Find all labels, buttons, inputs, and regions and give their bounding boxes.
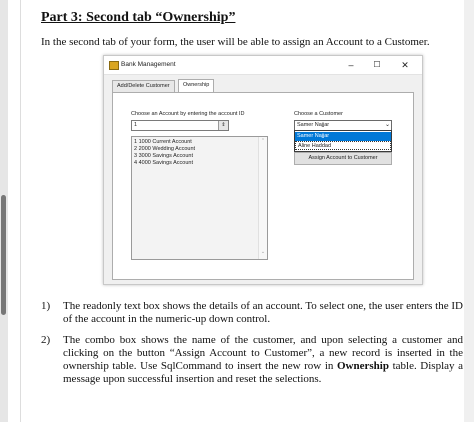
textbox-scrollbar[interactable]: ⌃ ⌄	[258, 137, 267, 259]
account-label: Choose an Account by entering the accoun…	[131, 111, 245, 117]
combo-value: Samer Najjar	[297, 122, 330, 128]
spin-arrows-icon[interactable]: ⇕	[218, 121, 228, 130]
document-page: Part 3: Second tab “Ownership” In the se…	[20, 0, 463, 422]
combo-option[interactable]: Aline Haddad	[295, 141, 391, 150]
left-frame	[0, 0, 8, 422]
tab-ownership[interactable]: Ownership	[178, 79, 215, 92]
maximize-button[interactable]: ☐	[368, 58, 386, 72]
title-bar: Bank Management – ☐ ✕	[104, 56, 422, 75]
details-line: 4 4000 Savings Account	[134, 160, 194, 166]
tab-add-delete-customer[interactable]: Add/Delete Customer	[112, 80, 175, 92]
minimize-button[interactable]: –	[342, 58, 360, 72]
window-title: Bank Management	[121, 61, 176, 68]
section-heading: Part 3: Second tab “Ownership”	[41, 10, 236, 25]
item-number: 2)	[41, 334, 51, 346]
bank-management-window: Bank Management – ☐ ✕ Add/Delete Custome…	[103, 55, 423, 285]
scroll-thumb[interactable]	[1, 195, 6, 315]
combo-option[interactable]: Samer Najjar	[295, 132, 391, 141]
app-icon	[109, 61, 119, 70]
details-line: 2 2000 Wedding Account	[134, 146, 196, 152]
customer-label: Choose a Customer	[294, 111, 343, 117]
close-button[interactable]: ✕	[396, 58, 414, 72]
customer-dropdown-list: Samer Najjar Aline Haddad	[294, 130, 392, 152]
details-line: 1 1000 Current Account	[134, 139, 192, 145]
item-text: The readonly text box shows the details …	[63, 300, 463, 325]
instruction-list: 1) The readonly text box shows the detai…	[41, 300, 463, 394]
assign-account-button[interactable]: Assign Account to Customer	[294, 152, 392, 165]
item-number: 1)	[41, 300, 51, 312]
list-item: 1) The readonly text box shows the detai…	[41, 300, 463, 326]
scroll-down-icon[interactable]: ⌄	[259, 249, 267, 255]
details-line: 3 3000 Savings Account	[134, 153, 194, 159]
numeric-value: 1	[134, 122, 138, 128]
account-details-textbox[interactable]: 1 1000 Current Account 2 2000 Wedding Ac…	[131, 136, 268, 260]
right-frame	[464, 0, 474, 422]
intro-text: In the second tab of your form, the user…	[41, 36, 430, 48]
list-item: 2) The combo box shows the name of the c…	[41, 334, 463, 386]
scroll-up-icon[interactable]: ⌃	[259, 138, 267, 144]
account-id-numeric[interactable]: 1 ⇕	[131, 120, 229, 131]
chevron-down-icon[interactable]: ⌄	[385, 121, 390, 130]
item-bold-text: Ownership	[337, 360, 389, 372]
